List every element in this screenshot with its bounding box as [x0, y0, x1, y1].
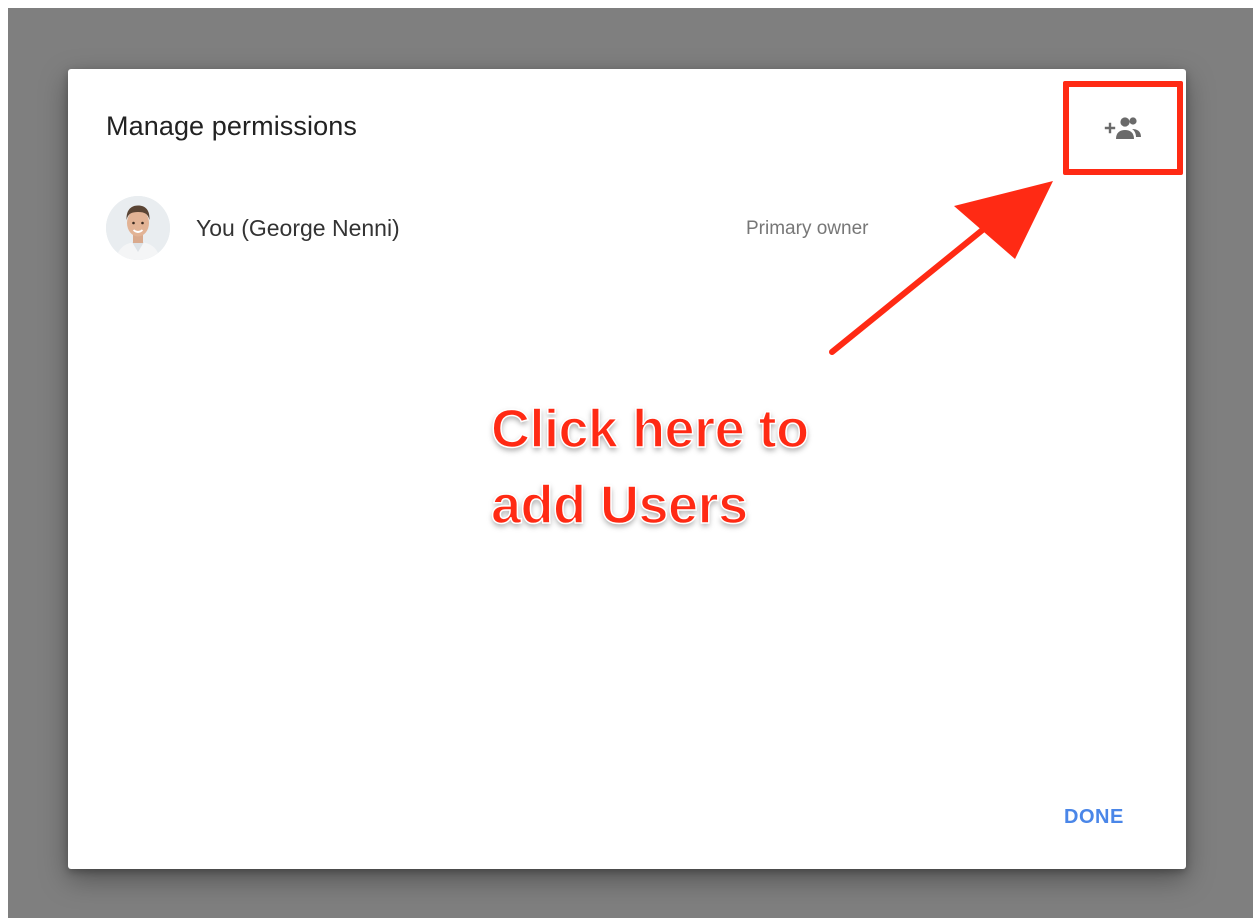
- member-name: You (George Nenni): [196, 215, 400, 241]
- annotation-callout: Click here to add Users: [490, 391, 810, 543]
- modal-backdrop: Manage permissions You (George Nenni) Pr…: [8, 8, 1253, 918]
- member-row[interactable]: You (George Nenni) Primary owner: [106, 196, 1146, 260]
- annotation-highlight-box: [1063, 81, 1183, 175]
- annotation-line-1: Click here to: [490, 398, 810, 460]
- done-button[interactable]: DONE: [1056, 802, 1132, 833]
- member-role: Primary owner: [746, 218, 869, 239]
- annotation-line-2: add Users: [490, 474, 749, 536]
- dialog-title: Manage permissions: [106, 111, 357, 141]
- manage-permissions-dialog: Manage permissions You (George Nenni) Pr…: [68, 69, 1186, 869]
- avatar: [106, 196, 170, 260]
